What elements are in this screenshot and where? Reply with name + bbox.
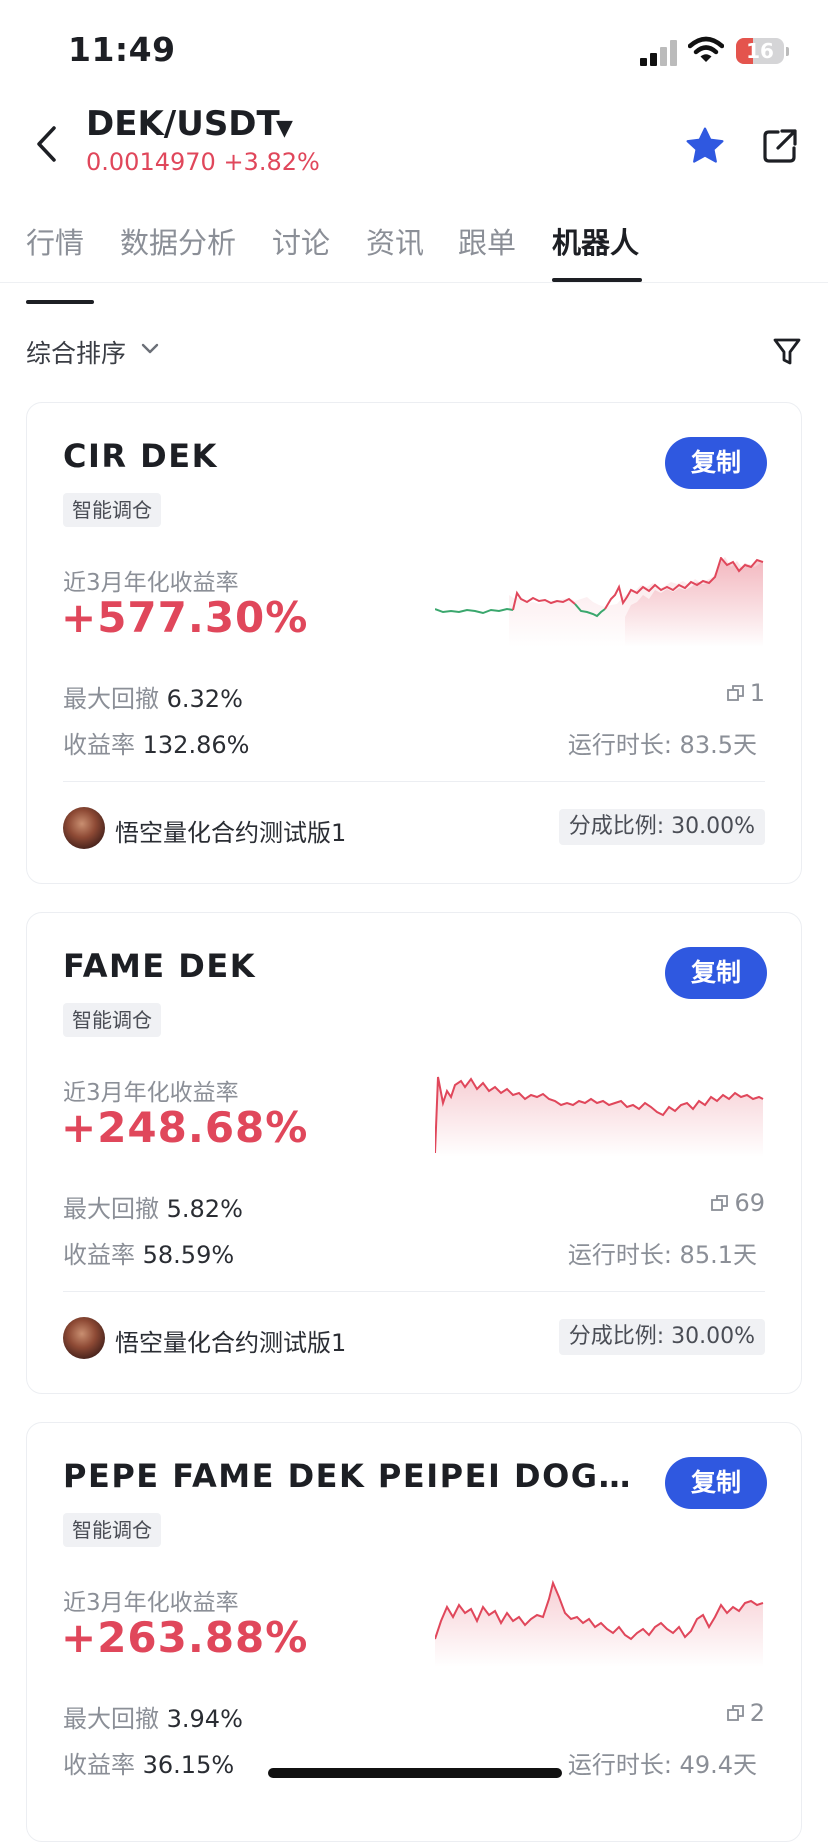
header: DEK/USDT ▼ 0.0014970 +3.82% [0,100,828,190]
copier-count: 1 [726,679,765,707]
avatar[interactable] [63,1317,105,1359]
return-rate-value: 132.86% [142,731,250,759]
copier-count-value: 69 [734,1189,765,1217]
share-button[interactable] [760,126,800,166]
bot-card[interactable]: PEPE FAME DEK PEIPEI DOG W... 复制 智能调仓 近3… [26,1422,802,1842]
runtime: 运行时长: 49.4天 [567,1751,757,1779]
copy-button[interactable]: 复制 [665,1457,767,1509]
copier-count-value: 1 [749,679,765,707]
tab-data-analysis[interactable]: 数据分析 [120,220,236,262]
return-rate-value: 36.15% [142,1751,235,1779]
copier-count-value: 2 [749,1699,765,1727]
avatar[interactable] [63,807,105,849]
back-button[interactable] [30,122,64,166]
signal-icon [640,40,677,66]
annualized-return: +263.88% [61,1613,309,1662]
share-ratio-badge: 分成比例: 30.00% [558,809,765,845]
filter-icon[interactable] [772,336,802,368]
owner-name[interactable]: 悟空量化合约测试版1 [115,813,346,848]
max-drawdown: 最大回撤 5.82% [63,1189,243,1224]
battery-level: 16 [746,39,774,63]
return-sparkline [435,557,764,647]
tab-news[interactable]: 资讯 [366,220,424,262]
favorite-button[interactable] [683,124,727,168]
annualized-return: +577.30% [61,593,309,642]
copy-icon [726,1705,744,1721]
bot-title: PEPE FAME DEK PEIPEI DOG W... [63,1457,633,1495]
return-rate: 收益率 132.86% [63,725,249,760]
runtime: 运行时长: 85.1天 [567,1241,757,1269]
strategy-tag: 智能调仓 [63,1003,161,1037]
copier-count: 69 [710,1189,765,1217]
max-drawdown-value: 3.94% [166,1705,243,1733]
price-line: 0.0014970 +3.82% [86,148,320,176]
return-rate-label: 收益率 [63,1241,135,1269]
max-drawdown-label: 最大回撤 [63,1195,159,1223]
bot-card[interactable]: FAME DEK 复制 智能调仓 近3月年化收益率 +248.68% 最大回撤 … [26,912,802,1394]
return-rate-label: 收益率 [63,1751,135,1779]
runtime: 运行时长: 83.5天 [567,731,757,759]
metric-label: 近3月年化收益率 [63,570,239,596]
return-sparkline [435,1579,764,1667]
chevron-down-icon[interactable] [140,342,160,356]
copier-count: 2 [726,1699,765,1727]
pair-title[interactable]: DEK/USDT [86,104,280,144]
caret-down-icon[interactable]: ▼ [276,116,293,141]
star-icon [686,127,724,163]
tab-bar: 行情 数据分析 讨论 资讯 跟单 机器人 [0,208,828,283]
max-drawdown: 最大回撤 3.94% [63,1699,243,1734]
bot-card[interactable]: CIR DEK 复制 智能调仓 近3月年化收益率 +577.30% 最大回撤 6… [26,402,802,884]
owner-name[interactable]: 悟空量化合约测试版1 [115,1323,346,1358]
max-drawdown-value: 6.32% [166,685,243,713]
return-rate: 收益率 58.59% [63,1235,234,1270]
price-value: 0.0014970 [86,148,216,176]
price-change: +3.82% [223,148,320,176]
battery-icon: 16 [736,38,789,64]
return-rate: 收益率 36.15% [63,1745,234,1780]
sort-dropdown[interactable]: 综合排序 [26,334,126,370]
max-drawdown-label: 最大回撤 [63,1705,159,1733]
share-icon [763,129,797,163]
share-ratio-badge: 分成比例: 30.00% [558,1319,765,1355]
tab-bots[interactable]: 机器人 [552,220,639,262]
divider [63,1291,765,1292]
status-time: 11:49 [68,30,176,69]
strategy-tag: 智能调仓 [63,1513,161,1547]
tab-market[interactable]: 行情 [26,220,84,262]
divider [63,781,765,782]
bot-title: CIR DEK [63,437,218,475]
wifi-icon [687,36,725,68]
strategy-tag: 智能调仓 [63,493,161,527]
return-rate-value: 58.59% [142,1241,235,1269]
max-drawdown-label: 最大回撤 [63,685,159,713]
home-indicator[interactable] [268,1768,562,1778]
tab-discussion[interactable]: 讨论 [272,220,330,262]
sort-bar: 综合排序 [0,320,828,380]
return-sparkline [435,1076,764,1157]
active-tab-indicator [552,278,642,282]
subtab-indicator [26,300,94,304]
metric-label: 近3月年化收益率 [63,1080,239,1106]
max-drawdown: 最大回撤 6.32% [63,679,243,714]
copy-button[interactable]: 复制 [665,437,767,489]
copy-icon [726,685,744,701]
return-rate-label: 收益率 [63,731,135,759]
tab-copy-trading[interactable]: 跟单 [458,220,516,262]
metric-label: 近3月年化收益率 [63,1590,239,1616]
bot-title: FAME DEK [63,947,257,985]
max-drawdown-value: 5.82% [166,1195,243,1223]
chevron-left-icon [37,126,56,162]
copy-icon [711,1195,729,1211]
copy-button[interactable]: 复制 [665,947,767,999]
status-bar: 11:49 16 [0,0,828,100]
annualized-return: +248.68% [61,1103,309,1152]
